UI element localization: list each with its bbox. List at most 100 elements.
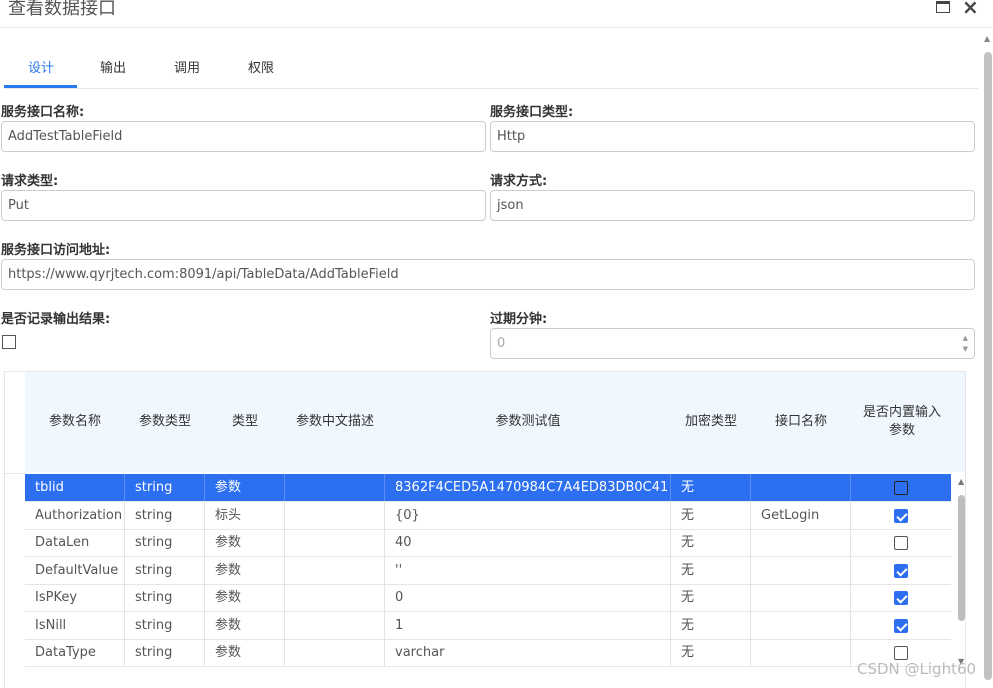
cell-ptype[interactable]: string — [125, 501, 205, 529]
cell-enc[interactable]: 无 — [671, 584, 751, 611]
request-type-field[interactable]: Put — [1, 190, 486, 221]
cell-name[interactable]: IsPKey — [25, 584, 125, 611]
cell-test[interactable]: 1 — [385, 611, 671, 639]
cell-kind[interactable]: 参数 — [205, 611, 285, 639]
table-row[interactable]: tblid string 参数 8362F4CED5A1470984C7A4ED83D… — [25, 474, 951, 502]
tab-output[interactable]: 输出 — [100, 57, 126, 76]
cell-iface[interactable]: GetLogin — [751, 501, 851, 529]
cell-builtin — [851, 529, 951, 556]
cell-ptype[interactable]: string — [125, 529, 205, 556]
cell-desc[interactable] — [285, 611, 385, 639]
table-row[interactable]: DataLen string 参数 40 无 — [25, 529, 951, 557]
builtin-checkbox[interactable] — [894, 481, 908, 495]
col-header-builtin[interactable]: 是否内置输入参数 — [859, 372, 945, 472]
col-header-enc[interactable]: 加密类型 — [671, 372, 751, 472]
cell-desc[interactable] — [285, 501, 385, 529]
col-header-kind[interactable]: 类型 — [205, 372, 285, 472]
tab-call[interactable]: 调用 — [174, 57, 200, 76]
table-row[interactable]: Authorization string 标头 {0} 无 GetLogin — [25, 501, 951, 530]
scroll-up-icon[interactable]: ▲ — [984, 34, 990, 43]
cell-name[interactable]: Authorization — [25, 501, 125, 529]
expire-minutes-stepper[interactable]: 0 ▲ ▼ — [490, 328, 975, 359]
cell-name[interactable]: IsNill — [25, 611, 125, 639]
cell-ptype[interactable]: string — [125, 611, 205, 639]
table-row[interactable]: DataType string 参数 varchar 无 — [25, 639, 951, 667]
cell-enc[interactable]: 无 — [671, 639, 751, 666]
scrollbar-thumb[interactable] — [984, 52, 992, 680]
params-grid: 参数名称 参数类型 类型 参数中文描述 参数测试值 加密类型 接口名称 是否内置… — [4, 371, 966, 688]
url-field[interactable]: https://www.qyrjtech.com:8091/api/TableD… — [1, 259, 975, 290]
cell-ptype[interactable]: string — [125, 474, 205, 501]
table-row[interactable]: IsNill string 参数 1 无 — [25, 611, 951, 640]
cell-kind[interactable]: 参数 — [205, 474, 285, 501]
cell-builtin — [851, 557, 951, 584]
builtin-checkbox[interactable] — [894, 646, 908, 660]
cell-ptype[interactable]: string — [125, 584, 205, 611]
cell-desc[interactable] — [285, 584, 385, 611]
tab-design[interactable]: 设计 — [28, 57, 54, 76]
service-name-field[interactable]: AddTestTableField — [1, 121, 486, 152]
cell-test[interactable]: varchar — [385, 639, 671, 666]
cell-kind[interactable]: 参数 — [205, 556, 285, 584]
cell-kind[interactable]: 参数 — [205, 584, 285, 611]
record-output-checkbox[interactable] — [2, 335, 16, 349]
col-header-iface[interactable]: 接口名称 — [751, 372, 851, 472]
spinner-arrows-icon[interactable]: ▲ ▼ — [963, 333, 968, 355]
table-row[interactable]: DefaultValue string 参数 '' 无 — [25, 556, 951, 585]
cell-enc[interactable]: 无 — [671, 501, 751, 529]
cell-test[interactable]: 0 — [385, 584, 671, 611]
cell-ptype[interactable]: string — [125, 556, 205, 584]
cell-name[interactable]: tblid — [25, 474, 125, 501]
cell-test[interactable]: '' — [385, 556, 671, 584]
cell-enc[interactable]: 无 — [671, 529, 751, 556]
cell-kind[interactable]: 参数 — [205, 639, 285, 666]
cell-name[interactable]: DefaultValue — [25, 556, 125, 584]
cell-iface[interactable] — [751, 611, 851, 639]
cell-name[interactable]: DataLen — [25, 529, 125, 556]
col-header-name[interactable]: 参数名称 — [25, 372, 125, 472]
builtin-checkbox[interactable] — [894, 563, 908, 578]
service-name-label: 服务接口名称: — [1, 105, 85, 120]
cell-desc[interactable] — [285, 474, 385, 501]
builtin-checkbox[interactable] — [894, 508, 908, 523]
url-label: 服务接口访问地址: — [1, 243, 111, 258]
grid-scroll-up-icon[interactable]: ▲ — [958, 477, 964, 486]
maximize-icon[interactable] — [936, 1, 950, 13]
table-row[interactable]: IsPKey string 参数 0 无 — [25, 584, 951, 612]
dialog-scrollbar[interactable]: ▲ — [983, 30, 993, 680]
cell-ptype[interactable]: string — [125, 639, 205, 666]
cell-iface[interactable] — [751, 556, 851, 584]
cell-desc[interactable] — [285, 639, 385, 666]
cell-enc[interactable]: 无 — [671, 474, 751, 501]
cell-enc[interactable]: 无 — [671, 556, 751, 584]
cell-desc[interactable] — [285, 556, 385, 584]
builtin-checkbox[interactable] — [894, 536, 908, 550]
grid-scrollbar[interactable]: ▲ ▼ — [956, 473, 965, 669]
grid-divider — [5, 473, 25, 474]
cell-iface[interactable] — [751, 584, 851, 611]
grid-header: 参数名称 参数类型 类型 参数中文描述 参数测试值 加密类型 接口名称 是否内置… — [25, 372, 965, 472]
request-method-field[interactable]: json — [490, 190, 975, 221]
cell-iface[interactable] — [751, 474, 851, 501]
cell-iface[interactable] — [751, 639, 851, 666]
close-icon[interactable]: × — [962, 0, 979, 19]
builtin-checkbox[interactable] — [894, 591, 908, 605]
cell-kind[interactable]: 标头 — [205, 501, 285, 529]
grid-scrollbar-thumb[interactable] — [958, 495, 965, 621]
cell-enc[interactable]: 无 — [671, 611, 751, 639]
cell-builtin — [851, 502, 951, 529]
cell-test[interactable]: {0} — [385, 501, 671, 529]
cell-kind[interactable]: 参数 — [205, 529, 285, 556]
cell-iface[interactable] — [751, 529, 851, 556]
col-header-test[interactable]: 参数测试值 — [385, 372, 671, 472]
cell-name[interactable]: DataType — [25, 639, 125, 666]
cell-test[interactable]: 40 — [385, 529, 671, 556]
service-type-field[interactable]: Http — [490, 121, 975, 152]
cell-desc[interactable] — [285, 529, 385, 556]
builtin-checkbox[interactable] — [894, 618, 908, 633]
col-header-ptype[interactable]: 参数类型 — [125, 372, 205, 472]
tab-divider — [4, 88, 978, 89]
tab-permission[interactable]: 权限 — [248, 57, 274, 76]
col-header-desc[interactable]: 参数中文描述 — [293, 372, 377, 472]
cell-test[interactable]: 8362F4CED5A1470984C7A4ED83DB0C41 — [385, 474, 671, 501]
